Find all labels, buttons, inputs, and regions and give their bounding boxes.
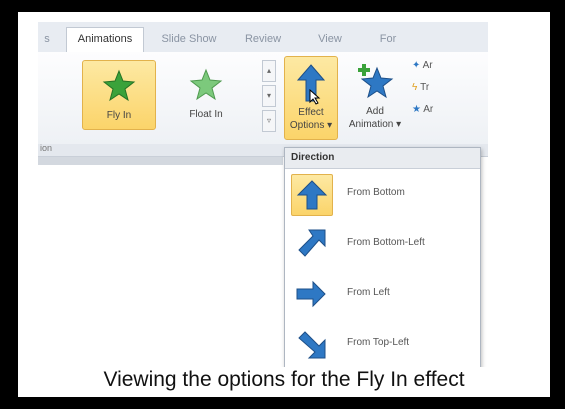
from-top-left-icon-box [291, 324, 331, 364]
effect-options-dropdown: Direction From Bottom From Bottom-Left F… [284, 147, 481, 367]
ribbon-tab-bar: s Animations Slide Show Review View For [38, 22, 488, 53]
float-in-label: Float In [189, 109, 223, 120]
fly-in-star-icon [102, 69, 136, 102]
ribbon: Fly In Float In ▴ ▾ ▿ Effect Options ▾ A… [38, 52, 488, 145]
trigger-label: Tr [420, 82, 430, 93]
add-animation-line2: Animation ▾ [348, 119, 402, 130]
menu-item-from-top-left[interactable]: From Top-Left [285, 322, 480, 366]
animation-painter-icon: ★ [412, 104, 421, 115]
video-frame: s Animations Slide Show Review View For … [18, 12, 550, 397]
fly-in-label: Fly In [106, 110, 132, 121]
animation-pane-icon: ✦ [412, 60, 421, 71]
up-arrow-icon [296, 180, 328, 210]
diagonal-down-right-arrow-icon [298, 331, 326, 359]
trigger-icon: ϟ [412, 82, 418, 93]
animation-pane-item[interactable]: ✦ Ar [412, 60, 433, 80]
tab-review[interactable]: Review [238, 28, 288, 50]
tab-format[interactable]: For [368, 28, 408, 50]
tab-slide-show[interactable]: Slide Show [154, 28, 224, 50]
from-bottom-label: From Bottom [347, 187, 405, 198]
tab-animations[interactable]: Animations [66, 27, 144, 52]
from-bottom-icon-box [291, 174, 333, 216]
effect-options-button[interactable]: Effect Options ▾ [284, 56, 338, 140]
from-top-left-label: From Top-Left [347, 337, 410, 348]
add-animation-line1: Add [366, 106, 384, 117]
gallery-scroll-down[interactable]: ▾ [262, 85, 276, 107]
from-bottom-left-icon-box [291, 224, 331, 264]
gallery-scroll: ▴ ▾ ▿ [262, 60, 276, 132]
menu-item-from-bottom-left[interactable]: From Bottom-Left [285, 222, 480, 266]
effect-options-line1: Effect [298, 107, 324, 118]
tab-partial[interactable]: s [38, 28, 56, 50]
right-arrow-icon [296, 280, 326, 308]
animation-painter-label: Ar [423, 104, 434, 115]
powerpoint-window: s Animations Slide Show Review View For … [38, 22, 488, 367]
trigger-item[interactable]: ϟ Tr [412, 82, 429, 102]
menu-item-from-bottom[interactable]: From Bottom [285, 172, 480, 216]
group-label: ion [40, 143, 53, 153]
from-bottom-left-label: From Bottom-Left [347, 237, 425, 248]
fly-in-animation[interactable]: Fly In [82, 60, 156, 130]
gallery-scroll-up[interactable]: ▴ [262, 60, 276, 82]
float-in-animation[interactable]: Float In [170, 60, 242, 128]
from-left-label: From Left [347, 287, 390, 298]
mouse-cursor-icon [309, 89, 321, 105]
menu-item-from-left[interactable]: From Left [285, 272, 480, 316]
diagonal-up-right-arrow-icon [298, 229, 326, 257]
animation-painter-item[interactable]: ★ Ar [412, 104, 433, 124]
add-animation-button[interactable]: Add Animation ▾ [344, 56, 406, 138]
from-left-icon-box [291, 274, 331, 314]
slide-pane-bar [38, 157, 283, 165]
direction-header: Direction [285, 148, 480, 169]
effect-options-line2: Options ▾ [289, 120, 333, 131]
float-in-star-icon [189, 68, 223, 101]
add-animation-star-icon [358, 64, 394, 99]
animation-pane-label: Ar [422, 60, 433, 71]
gallery-more[interactable]: ▿ [262, 110, 276, 132]
video-caption: Viewing the options for the Fly In effec… [103, 368, 465, 391]
tab-view[interactable]: View [310, 28, 350, 50]
